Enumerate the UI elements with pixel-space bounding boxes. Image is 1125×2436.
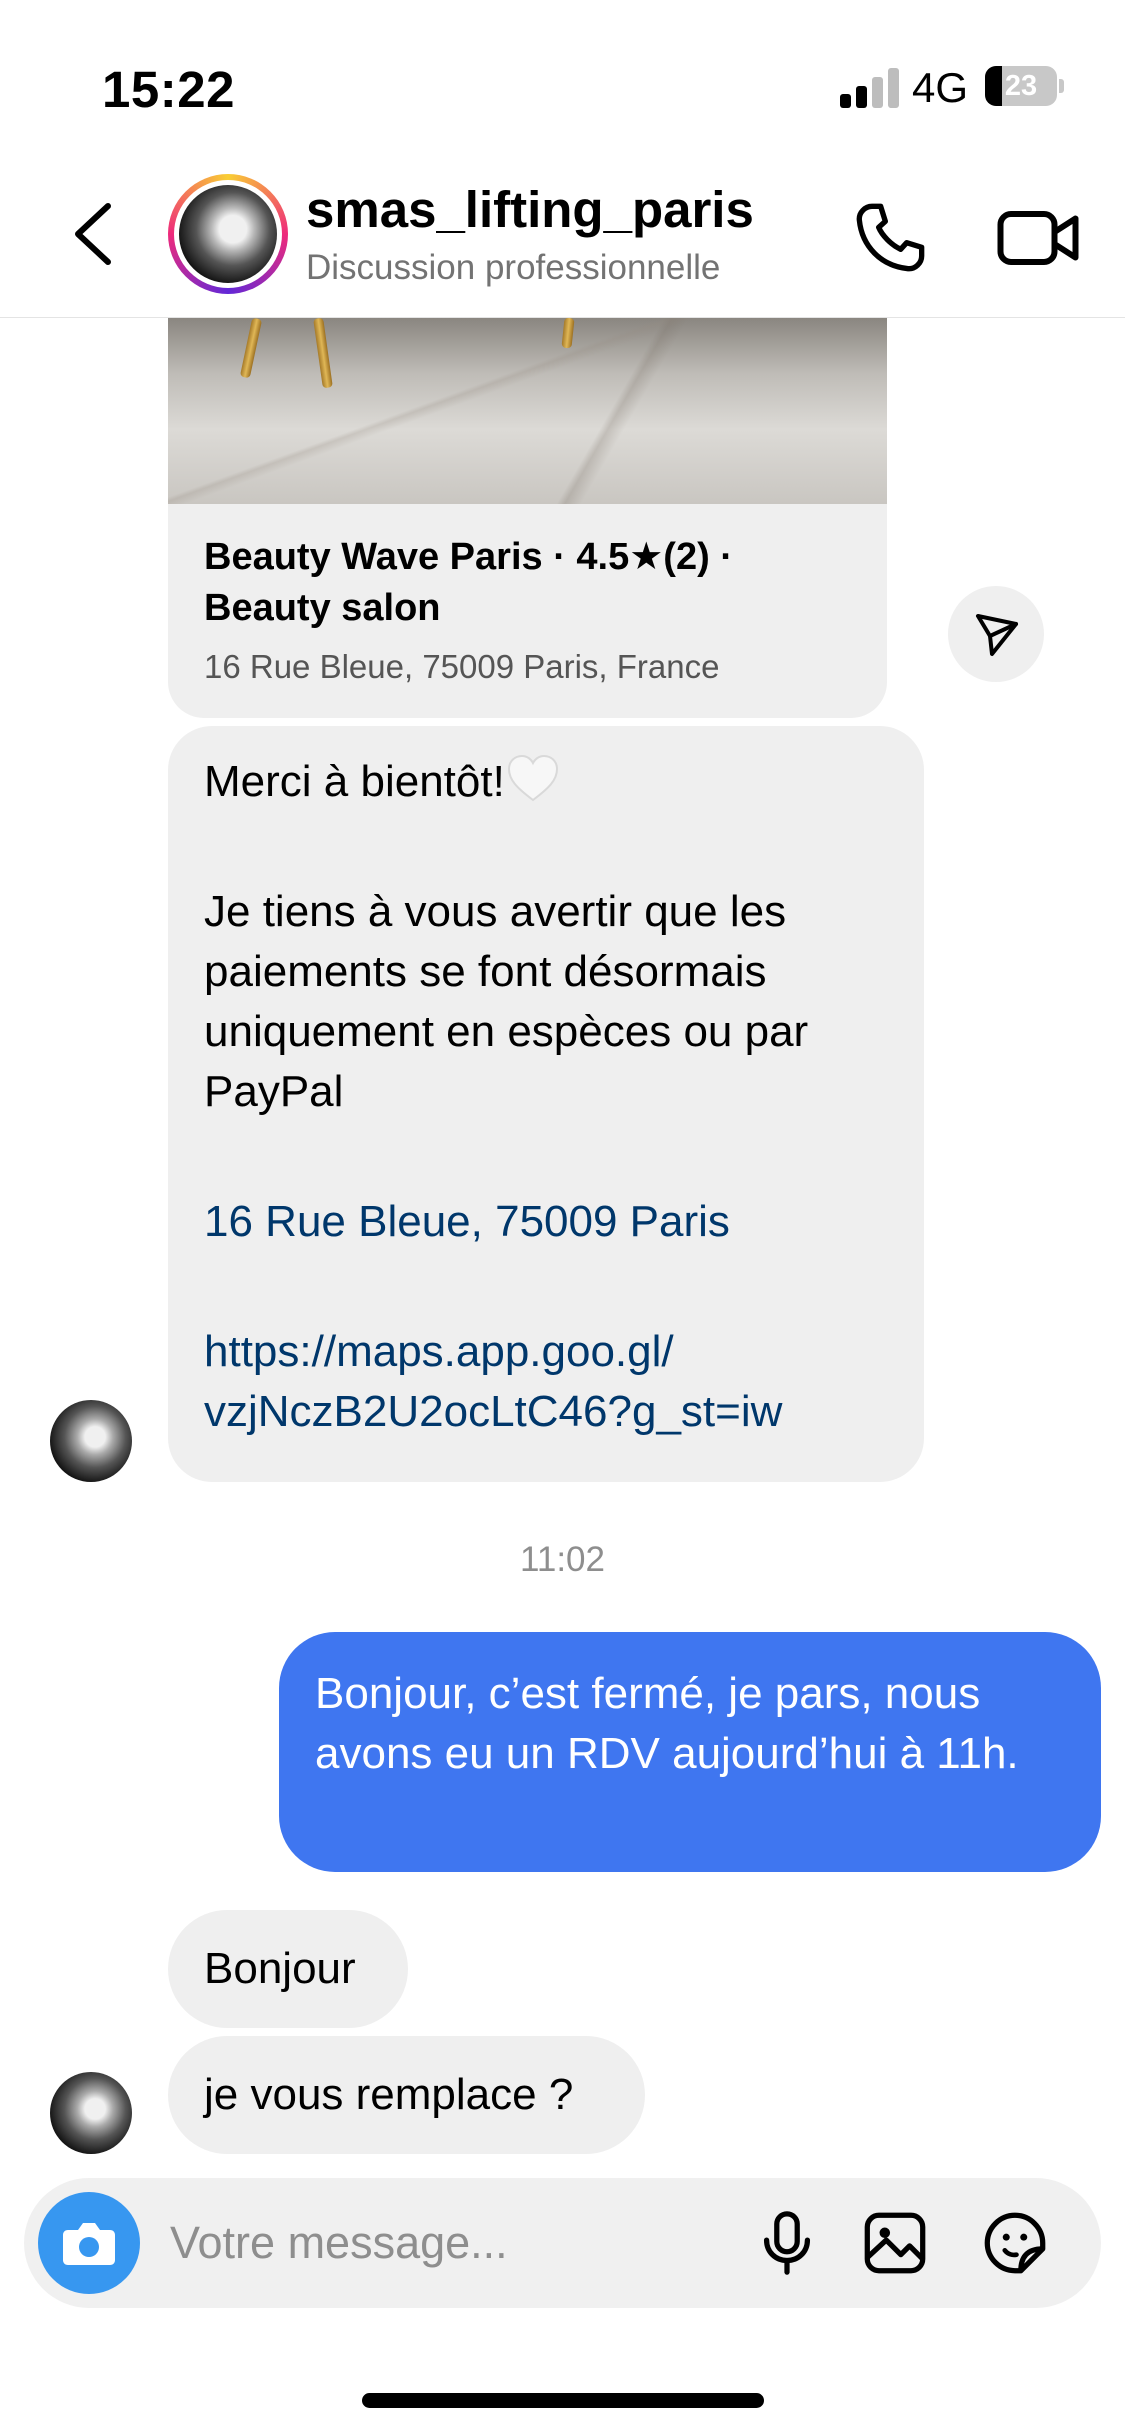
- image-icon: [864, 2212, 926, 2274]
- signal-strength-icon: [840, 68, 900, 108]
- send-icon: [976, 614, 1018, 656]
- microphone-icon: [763, 2211, 811, 2275]
- contact-name[interactable]: smas_lifting_paris: [306, 180, 754, 239]
- time-separator: 11:02: [520, 1540, 605, 1579]
- camera-icon: [63, 2223, 115, 2265]
- message-text: Je tiens à vous avertir que les paiement…: [204, 887, 809, 1116]
- white-heart-icon: [505, 752, 561, 804]
- video-call-button[interactable]: [996, 200, 1080, 276]
- contact-avatar[interactable]: [168, 174, 288, 294]
- message-text: Bonjour: [204, 1944, 356, 1993]
- chevron-left-icon: [75, 203, 111, 265]
- message-text: Merci à bientôt!: [204, 757, 505, 806]
- incoming-message[interactable]: Merci à bientôt! Je tiens à vous avertir…: [168, 726, 924, 1482]
- voice-message-button[interactable]: [752, 2208, 822, 2278]
- sender-avatar[interactable]: [50, 2072, 132, 2154]
- message-text: je vous remplace ?: [204, 2070, 574, 2119]
- status-time: 15:22: [102, 61, 235, 118]
- sender-avatar[interactable]: [50, 1400, 132, 1482]
- message-text: Bonjour, c’est fermé, je pars, nous avon…: [315, 1669, 1019, 1778]
- maps-url-link-cont[interactable]: vzjNczB2U2ocLtC46?g_st=iw: [204, 1387, 782, 1436]
- outgoing-message[interactable]: Bonjour, c’est fermé, je pars, nous avon…: [279, 1632, 1101, 1872]
- status-bar: 15:22 4G 23: [0, 0, 1125, 150]
- network-type: 4G: [912, 64, 969, 111]
- video-camera-icon: [997, 211, 1079, 265]
- maps-url-link[interactable]: https://maps.app.goo.gl/: [204, 1327, 674, 1376]
- location-card[interactable]: Beauty Wave Paris · 4.5★(2) · Beauty sal…: [168, 318, 887, 718]
- camera-button[interactable]: [38, 2192, 140, 2294]
- incoming-message[interactable]: Bonjour: [168, 1910, 408, 2028]
- message-composer: [24, 2178, 1101, 2308]
- location-photo: [168, 318, 887, 504]
- share-button[interactable]: [948, 586, 1044, 682]
- location-title: Beauty Wave Paris · 4.5★(2) · Beauty sal…: [204, 536, 733, 629]
- incoming-message[interactable]: je vous remplace ?: [168, 2036, 645, 2154]
- phone-icon: [856, 203, 925, 272]
- audio-call-button[interactable]: [850, 198, 930, 278]
- message-input[interactable]: [170, 2211, 730, 2275]
- chat-header: smas_lifting_paris Discussion profession…: [0, 150, 1125, 318]
- gallery-button[interactable]: [860, 2208, 930, 2278]
- contact-subtitle: Discussion professionnelle: [306, 248, 721, 287]
- home-indicator: [362, 2393, 764, 2408]
- location-address: 16 Rue Bleue, 75009 Paris, France: [204, 648, 720, 685]
- sticker-button[interactable]: [980, 2208, 1050, 2278]
- back-button[interactable]: [66, 198, 126, 270]
- battery-level: 23: [1004, 70, 1038, 102]
- address-link[interactable]: 16 Rue Bleue, 75009 Paris: [204, 1197, 730, 1246]
- sticker-icon: [984, 2212, 1046, 2274]
- battery-icon: 23: [985, 66, 1064, 106]
